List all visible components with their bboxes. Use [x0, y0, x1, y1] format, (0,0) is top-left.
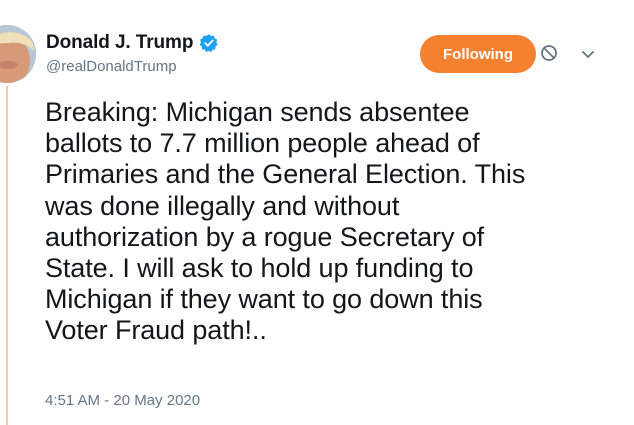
block-icon[interactable] [540, 44, 558, 62]
display-name[interactable]: Donald J. Trump [46, 32, 193, 54]
thread-line [6, 86, 8, 425]
author-name-row[interactable]: Donald J. Trump [46, 30, 219, 56]
user-handle[interactable]: @realDonaldTrump [46, 58, 177, 75]
tweet-text-line: authorization by a rogue Secretary of [45, 221, 485, 252]
tweet-text-line: Michigan if they want to go down this [45, 284, 483, 315]
tweet-text-line: Primaries and the General Election. This [45, 159, 526, 190]
avatar[interactable] [0, 25, 36, 83]
tweet-timestamp[interactable]: 4:51 AM - 20 May 2020 [45, 392, 200, 409]
tweet-text-line: was done illegally and without [45, 190, 400, 221]
verified-badge-icon [199, 33, 219, 53]
tweet-text: Breaking: Michigan sends absentee ballot… [45, 97, 625, 347]
tweet-text-line: ballots to 7.7 million people ahead of [45, 128, 480, 159]
chevron-down-icon[interactable] [580, 46, 596, 62]
tweet-text-line: Voter Fraud path!.. [45, 315, 267, 346]
tweet-text-line: Breaking: Michigan sends absentee [45, 97, 470, 127]
tweet-text-line: State. I will ask to hold up funding to [45, 253, 474, 284]
following-button[interactable]: Following [420, 35, 536, 73]
tweet-card: Donald J. Trump @realDonaldTrump Followi… [0, 0, 634, 425]
